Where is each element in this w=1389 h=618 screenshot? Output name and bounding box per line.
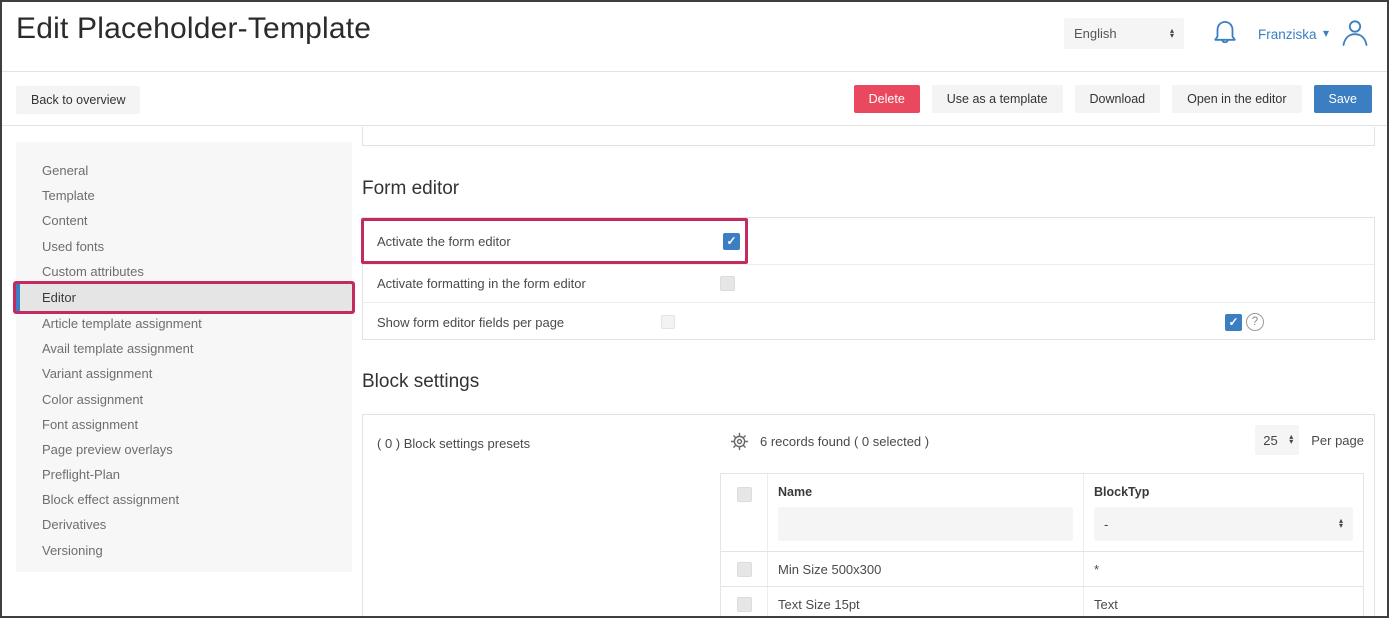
notifications-bell-icon[interactable] <box>1212 19 1238 53</box>
form-row-activate-form-editor: Activate the form editor ✓ <box>363 218 1374 265</box>
records-summary: 6 records found ( 0 selected ) <box>760 434 929 449</box>
user-name[interactable]: Franziska <box>1258 27 1317 42</box>
sidebar-item-editor[interactable]: Editor <box>16 284 352 311</box>
sidebar-item-versioning[interactable]: Versioning <box>16 538 352 563</box>
delete-button[interactable]: Delete <box>854 85 920 113</box>
sidebar-item-variant-assignment[interactable]: Variant assignment <box>16 361 352 386</box>
form-row-label: Activate the form editor <box>377 234 511 249</box>
per-page-value: 25 <box>1263 433 1277 448</box>
sidebar-item-preflight-plan[interactable]: Preflight-Plan <box>16 462 352 487</box>
save-button[interactable]: Save <box>1314 85 1373 113</box>
row-checkbox-cell <box>721 587 768 618</box>
language-select-value: English <box>1074 26 1117 41</box>
download-button[interactable]: Download <box>1075 85 1161 113</box>
arrow-down-icon: ▾ <box>1339 524 1343 529</box>
arrow-down-icon: ▾ <box>1289 440 1293 445</box>
gear-icon[interactable] <box>730 432 749 451</box>
blocktyp-filter-value: - <box>1104 517 1108 532</box>
sidebar-item-page-preview-overlays[interactable]: Page preview overlays <box>16 437 352 462</box>
action-toolbar: Delete Use as a template Download Open i… <box>854 85 1372 113</box>
arrow-down-icon: ▾ <box>1170 34 1174 39</box>
sidebar-item-block-effect-assignment[interactable]: Block effect assignment <box>16 487 352 512</box>
show-fields-per-page-checkbox[interactable] <box>661 315 675 329</box>
caret-down-icon[interactable]: ▾ <box>1323 26 1329 40</box>
select-arrows-icon: ▴ ▾ <box>1289 435 1293 445</box>
name-filter-input[interactable] <box>778 507 1073 541</box>
previous-section-stub <box>362 127 1375 146</box>
activate-formatting-checkbox[interactable] <box>720 276 735 291</box>
page-title: Edit Placeholder-Template <box>16 12 371 46</box>
row-right-controls: ✓ ? <box>1225 303 1264 341</box>
help-icon[interactable]: ? <box>1246 313 1264 331</box>
sidebar-item-avail-template-assignment[interactable]: Avail template assignment <box>16 336 352 361</box>
block-settings-table: Name BlockTyp - ▴ ▾ <box>720 473 1364 618</box>
user-avatar-icon[interactable] <box>1339 16 1371 53</box>
open-in-editor-button[interactable]: Open in the editor <box>1172 85 1301 113</box>
row-checkbox-cell <box>721 552 768 586</box>
sidebar-item-content[interactable]: Content <box>16 208 352 233</box>
sidebar-item-used-fonts[interactable]: Used fonts <box>16 234 352 259</box>
select-arrows-icon: ▴ ▾ <box>1339 519 1343 529</box>
block-settings-presets-label: ( 0 ) Block settings presets <box>377 436 530 451</box>
per-page-label: Per page <box>1311 433 1364 448</box>
header-blocktyp-cell: BlockTyp - ▴ ▾ <box>1084 474 1363 551</box>
sidebar-item-article-template-assignment[interactable]: Article template assignment <box>16 311 352 336</box>
column-header-blocktyp: BlockTyp <box>1094 485 1353 499</box>
cell-name[interactable]: Min Size 500x300 <box>768 552 1084 586</box>
activate-form-editor-checkbox[interactable]: ✓ <box>723 233 740 250</box>
cell-blocktyp: * <box>1084 552 1363 586</box>
records-summary-wrap: 6 records found ( 0 selected ) <box>730 432 929 451</box>
block-settings-heading: Block settings <box>362 371 479 393</box>
block-settings-panel: ( 0 ) Block settings presets 6 records f… <box>362 414 1375 618</box>
sidebar-item-color-assignment[interactable]: Color assignment <box>16 387 352 412</box>
form-row-label: Activate formatting in the form editor <box>377 276 586 291</box>
sidebar-item-template[interactable]: Template <box>16 183 352 208</box>
row-checkbox[interactable] <box>737 562 752 577</box>
cell-name[interactable]: Text Size 15pt <box>768 587 1084 618</box>
cell-blocktyp: Text <box>1084 587 1363 618</box>
back-to-overview-button[interactable]: Back to overview <box>16 86 140 114</box>
blocktyp-filter-select[interactable]: - ▴ ▾ <box>1094 507 1353 541</box>
header-name-cell: Name <box>768 474 1084 551</box>
select-all-checkbox[interactable] <box>737 487 752 502</box>
form-row-show-fields-per-page: Show form editor fields per page ✓ ? <box>363 303 1374 341</box>
row-checkbox[interactable] <box>737 597 752 612</box>
table-row: Text Size 15pt Text <box>721 587 1363 618</box>
language-select[interactable]: English ▴ ▾ <box>1064 18 1184 49</box>
table-row: Min Size 500x300 * <box>721 552 1363 587</box>
sidebar-item-custom-attributes[interactable]: Custom attributes <box>16 259 352 284</box>
sidebar-item-general[interactable]: General <box>16 158 352 183</box>
form-editor-heading: Form editor <box>362 178 459 200</box>
sidebar-item-font-assignment[interactable]: Font assignment <box>16 412 352 437</box>
select-arrows-icon: ▴ ▾ <box>1170 29 1174 39</box>
toolbar-divider <box>2 125 1387 126</box>
sidebar-item-derivatives[interactable]: Derivatives <box>16 512 352 537</box>
use-as-template-button[interactable]: Use as a template <box>932 85 1063 113</box>
per-page-right-checkbox[interactable]: ✓ <box>1225 314 1242 331</box>
form-editor-panel: Activate the form editor ✓ Activate form… <box>362 217 1375 340</box>
column-header-name: Name <box>778 485 1073 499</box>
per-page-select[interactable]: 25 ▴ ▾ <box>1255 425 1299 455</box>
per-page-wrap: 25 ▴ ▾ Per page <box>1255 425 1364 455</box>
settings-sidebar: General Template Content Used fonts Cust… <box>16 142 352 572</box>
app-window: Edit Placeholder-Template English ▴ ▾ Fr… <box>0 0 1389 618</box>
header-divider <box>2 71 1387 72</box>
form-row-label: Show form editor fields per page <box>377 315 564 330</box>
form-row-activate-formatting: Activate formatting in the form editor <box>363 265 1374 303</box>
header-checkbox-cell <box>721 474 768 551</box>
table-header: Name BlockTyp - ▴ ▾ <box>721 474 1363 552</box>
